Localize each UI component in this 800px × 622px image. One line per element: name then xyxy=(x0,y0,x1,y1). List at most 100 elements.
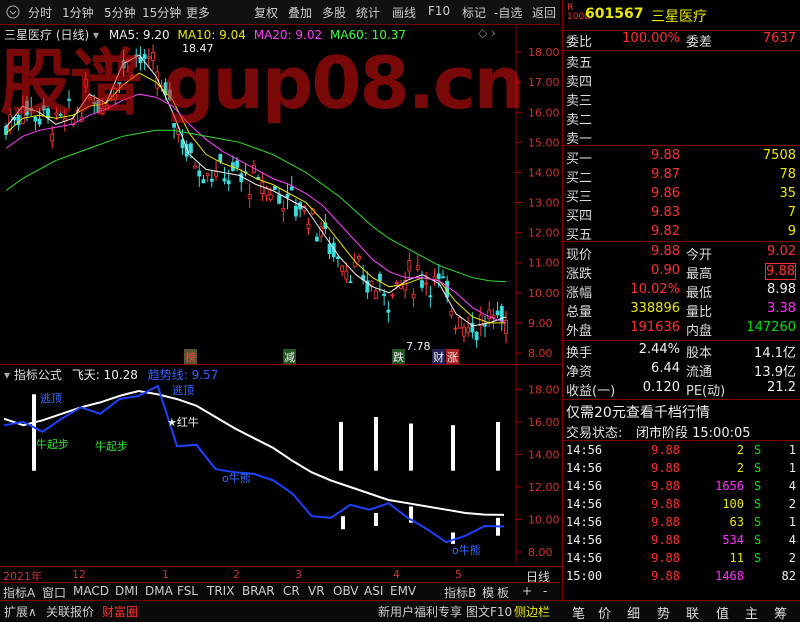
stat-label: 现价 xyxy=(566,248,593,263)
price-tick: 16.00 xyxy=(528,106,560,119)
buy-price: 9.88 xyxy=(651,148,680,163)
price-tick: 10.00 xyxy=(528,287,560,300)
tick-time: 14:56 xyxy=(566,515,603,529)
toolbar-stats[interactable]: 统计 xyxy=(356,4,380,21)
tab-xi[interactable]: 细 xyxy=(627,603,640,622)
tab-shi[interactable]: 势 xyxy=(657,603,670,622)
tab-asi[interactable]: ASI xyxy=(364,584,383,598)
label-niuqibu-1: 牛起步 xyxy=(36,438,69,451)
tab-indicator-b[interactable]: 指标B xyxy=(444,584,476,601)
fundamental-value: 21.2 xyxy=(767,380,796,395)
marker-bang[interactable]: 榜 xyxy=(184,349,197,365)
tab-lian[interactable]: 联 xyxy=(686,603,699,622)
tab-add[interactable]: + xyxy=(522,584,532,598)
toolbar-more[interactable]: 更多 xyxy=(186,4,210,21)
low-price-label: 7.78 xyxy=(406,340,431,353)
stat-value: 3.38 xyxy=(767,301,796,316)
stat-value: 10.02% xyxy=(630,282,680,297)
indicator-legend: ▾ 指标公式 飞天: 10.28 趋势线: 9.57 xyxy=(4,366,218,383)
sell-label: 卖二 xyxy=(566,113,593,128)
marker-cai[interactable]: 财 xyxy=(432,349,445,365)
wealth-circle-button[interactable]: 财富圈 xyxy=(102,603,138,620)
toolbar-15min[interactable]: 15分钟 xyxy=(142,4,181,21)
tab-remove[interactable]: - xyxy=(543,584,547,598)
toolbar-mark[interactable]: 标记 xyxy=(462,4,486,21)
indicator-chart[interactable]: 18.00 16.00 14.00 12.00 10.00 8.00 xyxy=(0,365,562,565)
depth-promo[interactable]: 仅需20元查看千档行情 xyxy=(566,402,798,421)
tab-brar[interactable]: BRAR xyxy=(242,584,275,598)
stat-value: 338896 xyxy=(630,301,680,316)
tab-jia[interactable]: 价 xyxy=(598,603,611,622)
stat-row: 涨跌 0.90 最高 9.88 xyxy=(566,263,798,282)
marker-die[interactable]: 跌 xyxy=(392,349,405,365)
tab-board[interactable]: 板 xyxy=(497,584,509,601)
toolbar-multi[interactable]: 多股 xyxy=(322,4,346,21)
marker-jian[interactable]: 减 xyxy=(283,349,296,365)
stat-value: 147260 xyxy=(746,320,796,335)
tab-bi[interactable]: 笔 xyxy=(572,603,585,622)
toolbar-back[interactable]: 返回 xyxy=(532,4,556,21)
chart-settings-icons[interactable]: ◇ › xyxy=(478,26,496,40)
toolbar-timeshare[interactable]: 分时 xyxy=(28,4,52,21)
toolbar-5min[interactable]: 5分钟 xyxy=(104,4,136,21)
price-tick: 17.00 xyxy=(528,76,560,89)
stat-value: 8.98 xyxy=(767,282,796,297)
tab-trix[interactable]: TRIX xyxy=(207,584,234,598)
stat-label: 最低 xyxy=(686,286,713,301)
buy-price: 9.87 xyxy=(651,167,680,182)
fundamental-label: 流通 xyxy=(686,365,713,380)
price-tick: 18.00 xyxy=(528,46,560,59)
promo-link[interactable]: 新用户福利专享 xyxy=(378,603,462,620)
marker-zhang[interactable]: 涨 xyxy=(446,349,459,365)
label-hongniu: ★红牛 xyxy=(167,416,199,429)
tab-cr[interactable]: CR xyxy=(283,584,300,598)
related-quote-button[interactable]: 关联报价 xyxy=(46,603,94,620)
sell-row: 卖一 xyxy=(566,128,798,147)
tab-emv[interactable]: EMV xyxy=(390,584,416,598)
tab-vr[interactable]: VR xyxy=(308,584,325,598)
fundamental-label: PE(动) xyxy=(686,384,726,399)
toolbar-adjust[interactable]: 复权 xyxy=(254,4,278,21)
high-price-label: 18.47 xyxy=(182,42,214,55)
expand-button[interactable]: 扩展∧ xyxy=(4,603,37,620)
indicator-collapse-icon[interactable]: ▾ xyxy=(4,368,10,382)
collapse-icon[interactable] xyxy=(6,5,20,19)
tick-price: 9.88 xyxy=(651,533,680,547)
status-bar: 扩展∧ 关联报价 财富圈 新用户福利专享 图文F10 侧边栏 笔 价 细 势 联… xyxy=(0,600,800,622)
tab-macd[interactable]: MACD xyxy=(73,584,109,598)
toolbar-draw[interactable]: 画线 xyxy=(392,4,416,21)
sidebar-tab[interactable]: 侧边栏 xyxy=(514,603,550,620)
stat-label: 内盘 xyxy=(686,324,713,339)
tab-dma[interactable]: DMA xyxy=(145,584,173,598)
toolbar-overlay[interactable]: 叠加 xyxy=(288,4,312,21)
tick-price: 9.88 xyxy=(651,443,680,457)
buy-volume: 35 xyxy=(779,186,796,201)
tick-side: S xyxy=(754,515,762,529)
tick-count: 1 xyxy=(788,461,796,475)
tab-template[interactable]: 模 xyxy=(482,584,494,601)
tab-chou[interactable]: 筹 xyxy=(774,603,787,622)
tick-side: S xyxy=(754,479,762,493)
tab-indicator-a[interactable]: 指标A xyxy=(3,584,35,601)
f10-tab[interactable]: 图文F10 xyxy=(466,603,512,620)
tab-zhu[interactable]: 主 xyxy=(745,603,758,622)
tab-fsl[interactable]: FSL xyxy=(177,584,198,598)
tab-dmi[interactable]: DMI xyxy=(115,584,138,598)
tick-price: 9.88 xyxy=(651,515,680,529)
tab-obv[interactable]: OBV xyxy=(333,584,359,598)
toolbar-watchlist[interactable]: -自选 xyxy=(494,4,522,21)
stock-header: R 1000 601567 三星医疗 xyxy=(563,0,800,31)
ma20-label: MA20: 9.02 xyxy=(253,28,323,42)
buy-row: 买一 9.88 7508 xyxy=(566,148,798,167)
label-niuqibu-2: 牛起步 xyxy=(95,440,128,453)
tab-window[interactable]: 窗口 xyxy=(42,584,66,601)
toolbar-1min[interactable]: 1分钟 xyxy=(62,4,94,21)
tick-volume: 100 xyxy=(722,497,744,511)
stat-label: 涨幅 xyxy=(566,286,593,301)
fundamental-label: 换手 xyxy=(566,346,593,361)
fundamental-label: 股本 xyxy=(686,346,713,361)
tab-zhi[interactable]: 值 xyxy=(716,603,729,622)
stock-name: 三星医疗 xyxy=(651,9,707,25)
indicator-title[interactable]: 指标公式 xyxy=(14,368,62,382)
toolbar-f10[interactable]: F10 xyxy=(428,4,450,18)
